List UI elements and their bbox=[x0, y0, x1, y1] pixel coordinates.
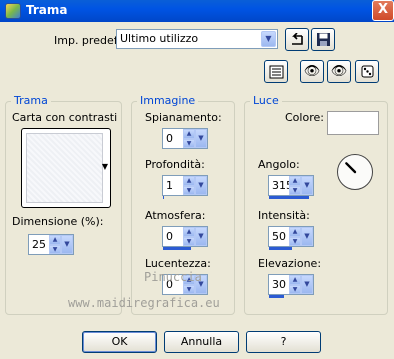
watermark-url: www.maidiregrafica.eu bbox=[68, 296, 220, 310]
spin-up-icon[interactable]: ▲ bbox=[289, 227, 301, 237]
eye-icon: 👁 bbox=[330, 64, 348, 79]
watermark-name: Pinuccia bbox=[144, 270, 202, 284]
chevron-down-icon[interactable]: ▼ bbox=[195, 176, 207, 195]
ambience-spin-arrows[interactable]: ▲ ▼ bbox=[183, 227, 195, 246]
caret-down-icon[interactable]: ▼ bbox=[102, 162, 108, 171]
spin-down-icon[interactable]: ▼ bbox=[183, 284, 195, 294]
elevation-value: 30 bbox=[272, 278, 286, 291]
spin-down-icon[interactable]: ▼ bbox=[183, 236, 195, 246]
chevron-down-icon[interactable]: ▼ bbox=[195, 129, 207, 148]
light-color-swatch[interactable] bbox=[327, 111, 379, 135]
save-preset-button[interactable] bbox=[311, 28, 335, 51]
save-disk-icon bbox=[316, 33, 330, 46]
spin-up-icon[interactable]: ▲ bbox=[183, 227, 195, 237]
color-label: Colore: bbox=[285, 111, 324, 124]
intensity-spinner[interactable]: 50 ▲ ▼ ▼ bbox=[268, 226, 314, 250]
image-group-title: Immagine bbox=[137, 94, 199, 107]
depth-level-bar bbox=[163, 196, 164, 199]
help-button[interactable]: ? bbox=[246, 331, 321, 353]
texture-group-title: Trama bbox=[11, 94, 51, 107]
texture-name: Carta con contrasti bbox=[12, 111, 118, 124]
texture-preview[interactable]: ▼ bbox=[21, 128, 111, 208]
angle-label: Angolo: bbox=[258, 158, 300, 171]
size-value: 25 bbox=[32, 238, 46, 251]
chevron-down-icon[interactable]: ▼ bbox=[195, 227, 207, 246]
spin-up-icon[interactable]: ▲ bbox=[289, 176, 301, 186]
presets-dropdown[interactable]: Ultimo utilizzo ▼ bbox=[116, 29, 278, 49]
elevation-level-bar bbox=[269, 295, 284, 298]
spin-down-icon[interactable]: ▼ bbox=[183, 138, 195, 148]
randomize-button[interactable] bbox=[355, 60, 379, 83]
dial-needle bbox=[345, 162, 357, 174]
intensity-level-bar bbox=[269, 247, 292, 250]
shininess-label: Lucentezza: bbox=[145, 257, 211, 270]
spin-down-icon[interactable]: ▼ bbox=[289, 236, 301, 246]
spin-up-icon[interactable]: ▲ bbox=[49, 235, 61, 245]
depth-label: Profondità: bbox=[145, 158, 205, 171]
chevron-down-icon[interactable]: ▼ bbox=[61, 235, 73, 254]
ambience-spinner[interactable]: 0 ▲ ▼ ▼ bbox=[162, 226, 208, 250]
angle-level-bar bbox=[269, 196, 309, 199]
intensity-value: 50 bbox=[272, 230, 286, 243]
ambience-level-bar bbox=[163, 247, 191, 250]
presets-label: Imp. predef.: bbox=[54, 34, 124, 47]
angle-spinner[interactable]: 315 ▲ ▼ ▼ bbox=[268, 175, 314, 199]
title-bar: Trama X bbox=[0, 0, 394, 22]
angle-spin-arrows[interactable]: ▲ ▼ bbox=[289, 176, 301, 195]
list-view-button[interactable] bbox=[264, 60, 288, 83]
spin-down-icon[interactable]: ▼ bbox=[183, 185, 195, 195]
close-button[interactable]: X bbox=[372, 0, 394, 21]
smoothing-label: Spianamento: bbox=[145, 111, 222, 124]
depth-spin-arrows[interactable]: ▲ ▼ bbox=[183, 176, 195, 195]
size-label: Dimensione (%): bbox=[12, 215, 104, 228]
spin-down-icon[interactable]: ▼ bbox=[289, 284, 301, 294]
elevation-spin-arrows[interactable]: ▲ ▼ bbox=[289, 275, 301, 294]
spin-down-icon[interactable]: ▼ bbox=[289, 185, 301, 195]
ok-button[interactable]: OK bbox=[82, 331, 157, 353]
dice-icon bbox=[361, 65, 373, 78]
presets-value: Ultimo utilizzo bbox=[120, 32, 199, 45]
list-icon bbox=[269, 65, 283, 78]
size-spinner[interactable]: 25 ▲ ▼ ▼ bbox=[28, 234, 74, 255]
chevron-down-icon[interactable]: ▼ bbox=[301, 176, 313, 195]
smoothing-value: 0 bbox=[166, 132, 173, 145]
proof-preview-button[interactable]: 👁 bbox=[300, 60, 324, 83]
chevron-down-icon[interactable]: ▼ bbox=[261, 31, 276, 47]
elevation-label: Elevazione: bbox=[258, 257, 322, 270]
angle-dial[interactable] bbox=[337, 154, 373, 190]
reset-preset-button[interactable] bbox=[285, 28, 309, 51]
cancel-button[interactable]: Annulla bbox=[164, 331, 239, 353]
light-group-title: Luce bbox=[250, 94, 282, 107]
depth-spinner[interactable]: 1 ▲ ▼ ▼ bbox=[162, 175, 208, 199]
texture-swatch bbox=[26, 133, 103, 203]
size-spin-arrows[interactable]: ▲ ▼ bbox=[49, 235, 61, 254]
depth-value: 1 bbox=[166, 179, 173, 192]
elevation-spinner[interactable]: 30 ▲ ▼ ▼ bbox=[268, 274, 314, 298]
ambience-value: 0 bbox=[166, 230, 173, 243]
smoothing-spin-arrows[interactable]: ▲ ▼ bbox=[183, 129, 195, 148]
ambience-label: Atmosfera: bbox=[145, 209, 206, 222]
chevron-down-icon[interactable]: ▼ bbox=[301, 275, 313, 294]
app-icon bbox=[5, 3, 21, 19]
spin-down-icon[interactable]: ▼ bbox=[49, 244, 61, 254]
chevron-down-icon[interactable]: ▼ bbox=[301, 227, 313, 246]
eye-cursor-icon: 👁 bbox=[303, 64, 321, 79]
auto-proof-button[interactable]: 👁 bbox=[327, 60, 351, 83]
intensity-label: Intensità: bbox=[258, 209, 310, 222]
intensity-spin-arrows[interactable]: ▲ ▼ bbox=[289, 227, 301, 246]
undo-arrow-icon bbox=[292, 32, 303, 45]
spin-up-icon[interactable]: ▲ bbox=[289, 275, 301, 285]
smoothing-spinner[interactable]: 0 ▲ ▼ ▼ bbox=[162, 128, 208, 149]
spin-up-icon[interactable]: ▲ bbox=[183, 129, 195, 139]
spin-up-icon[interactable]: ▲ bbox=[183, 176, 195, 186]
window-title: Trama bbox=[26, 3, 68, 17]
